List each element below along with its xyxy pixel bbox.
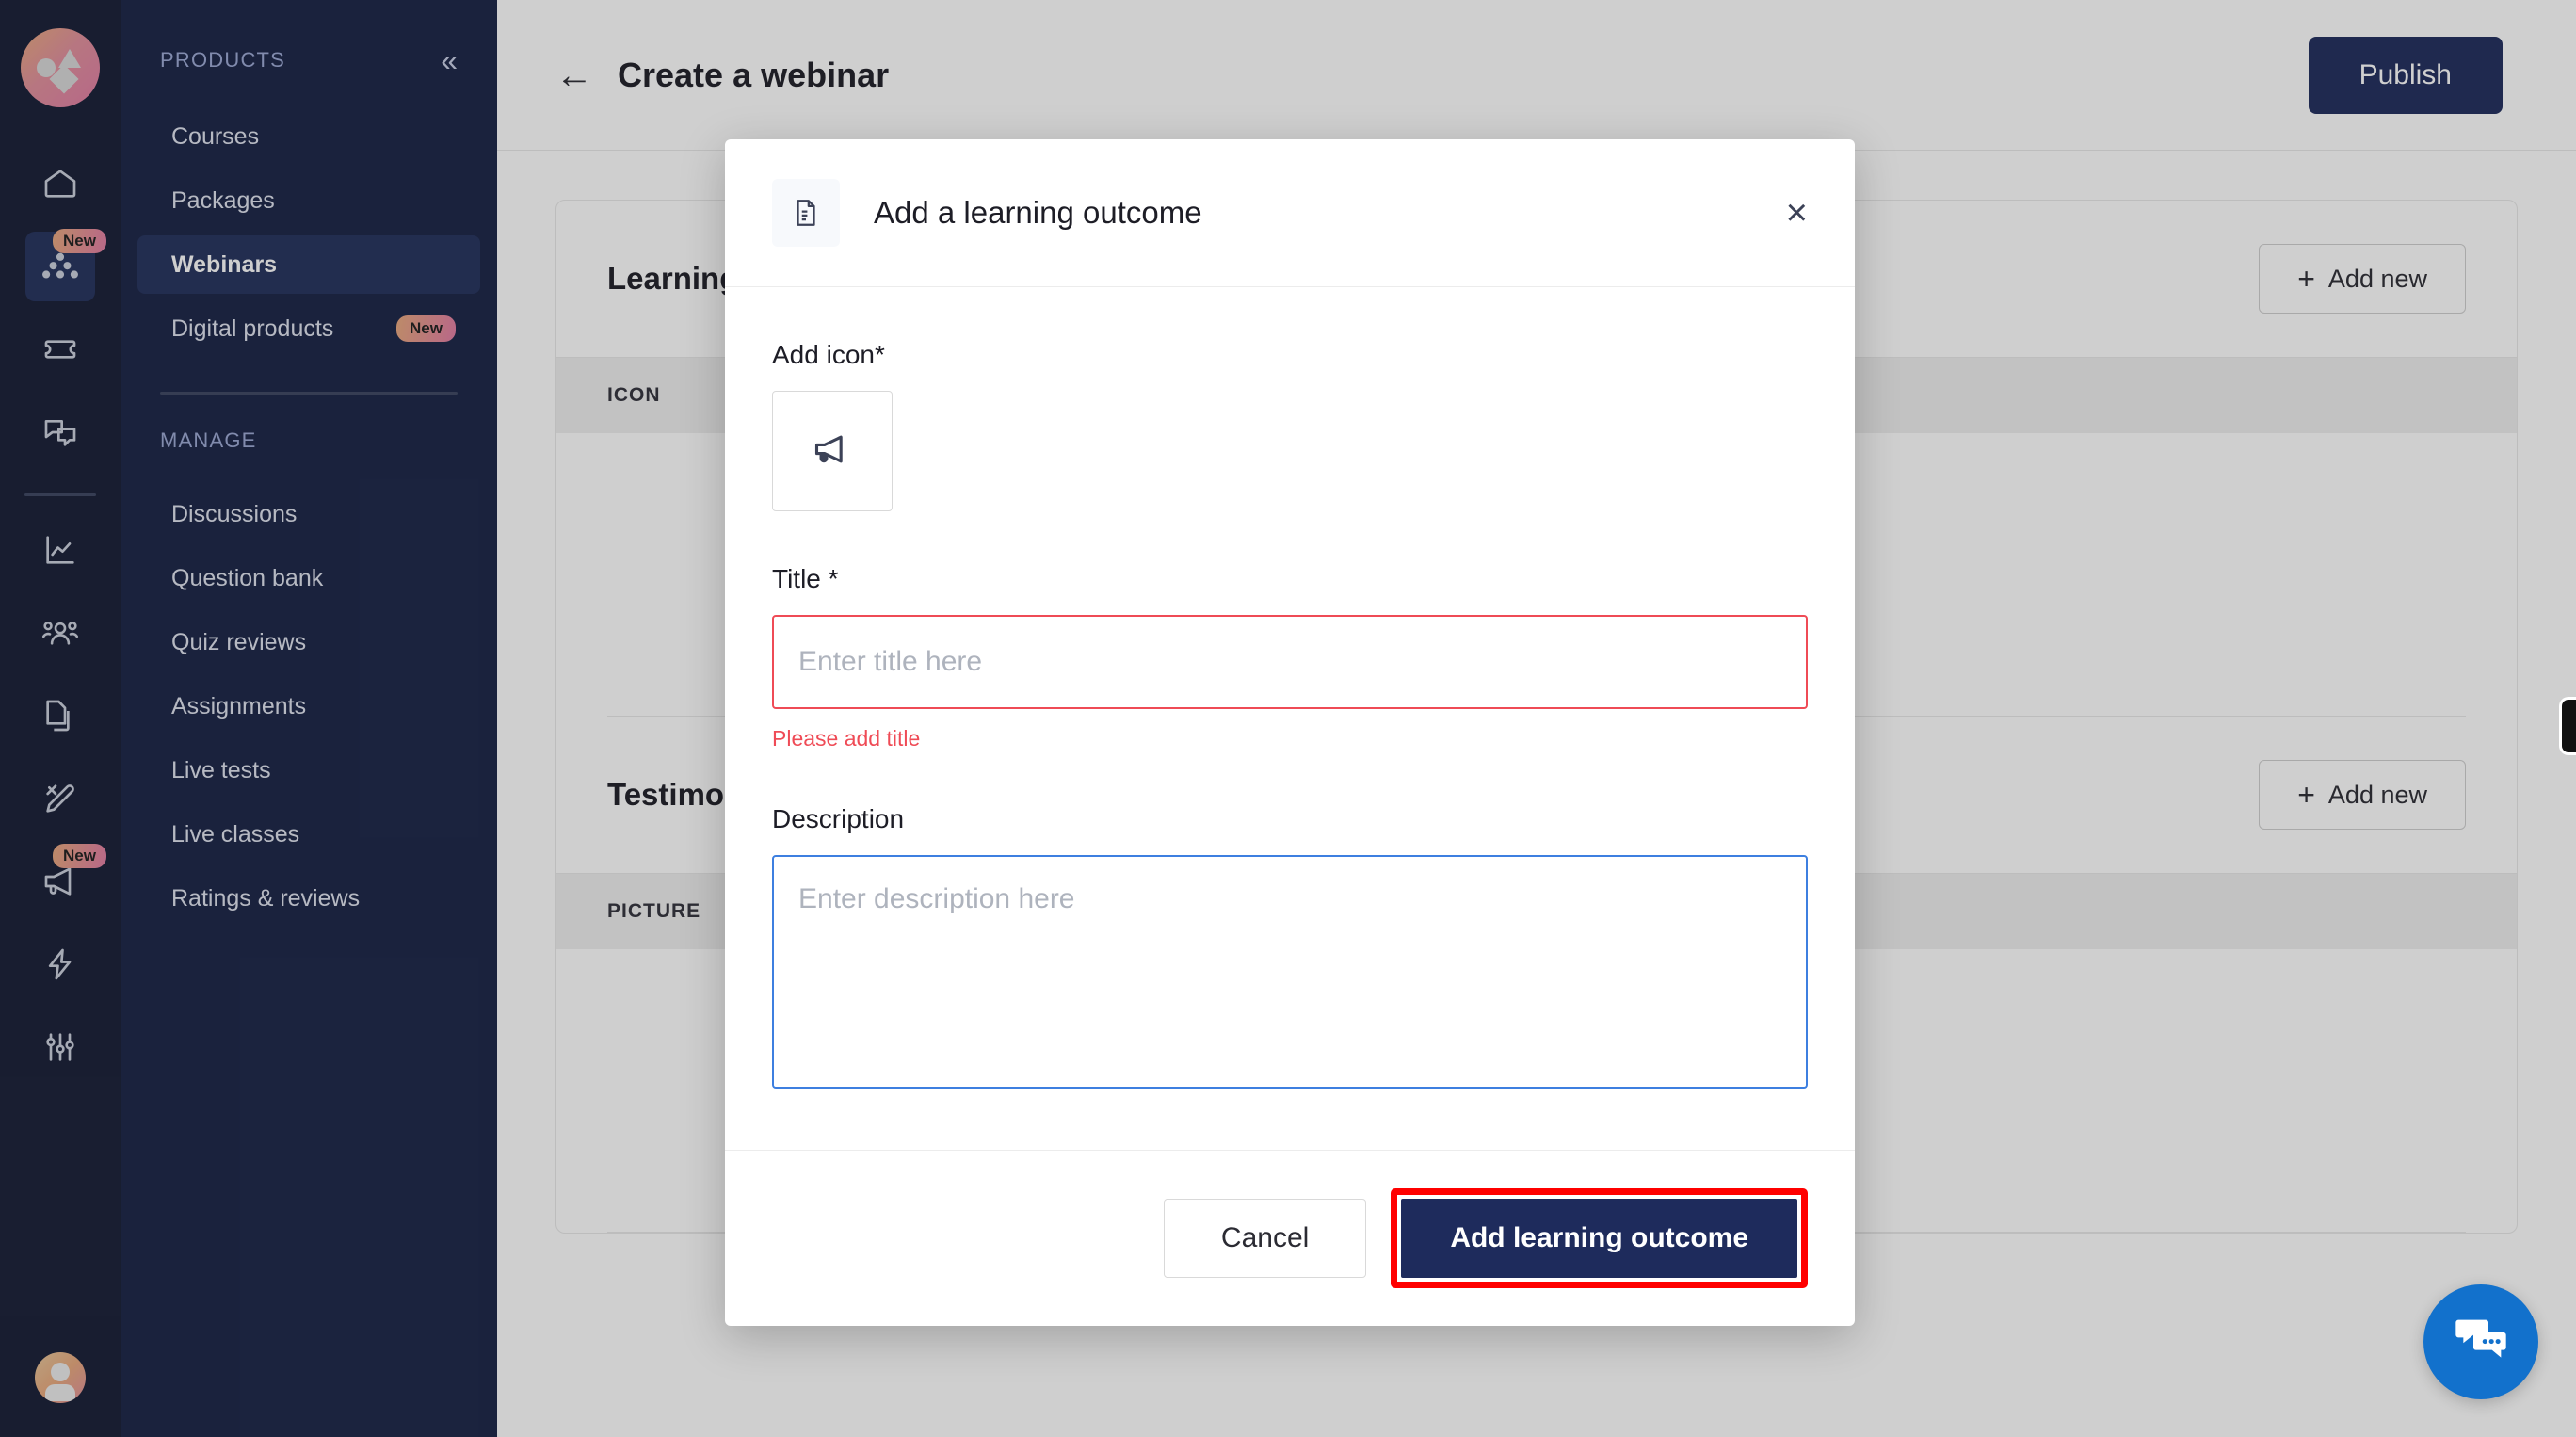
cancel-button[interactable]: Cancel — [1163, 1199, 1367, 1278]
title-field-block: Title * Please add title — [772, 564, 1808, 751]
title-error-message: Please add title — [772, 726, 921, 751]
submit-highlight-ring: Add learning outcome — [1391, 1188, 1808, 1288]
chat-widget-button[interactable] — [2423, 1284, 2538, 1399]
modal-body: Add icon* Title * Please add title Descr… — [725, 287, 1855, 1150]
modal-title: Add a learning outcome — [874, 195, 1202, 230]
document-icon — [772, 179, 840, 247]
description-field-block: Description — [772, 804, 1808, 1093]
chat-bubbles-icon — [2451, 1310, 2511, 1375]
title-label: Title * — [772, 564, 839, 593]
add-icon-label: Add icon* — [772, 340, 885, 369]
modal-footer: Cancel Add learning outcome — [725, 1150, 1855, 1326]
add-icon-field: Add icon* — [772, 340, 1808, 511]
description-textarea[interactable] — [772, 855, 1808, 1089]
close-icon[interactable]: × — [1786, 194, 1808, 232]
add-learning-outcome-modal: Add a learning outcome × Add icon* Title… — [725, 139, 1855, 1326]
description-label: Description — [772, 804, 905, 833]
modal-header: Add a learning outcome × — [725, 139, 1855, 287]
add-learning-outcome-button[interactable]: Add learning outcome — [1401, 1199, 1797, 1278]
right-edge-tab[interactable] — [2559, 697, 2576, 755]
icon-picker-button[interactable] — [772, 391, 893, 511]
title-input[interactable] — [772, 615, 1808, 709]
app-root: New New PRODUCTS « Courses Packages Webi… — [0, 0, 2576, 1437]
megaphone-icon — [812, 428, 853, 475]
